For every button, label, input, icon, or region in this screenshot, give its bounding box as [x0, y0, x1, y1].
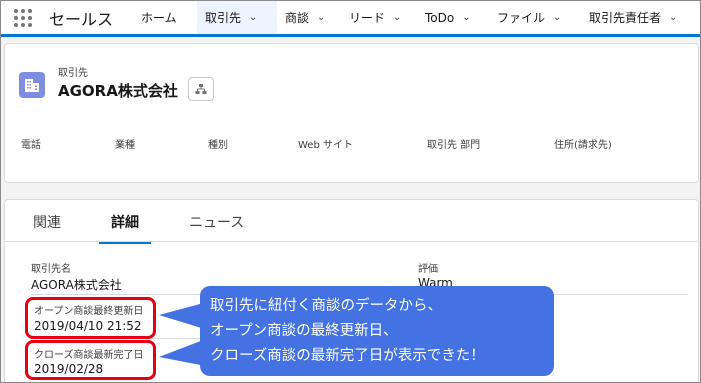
callout-line: クローズ商談の最新完了日が表示できた！	[210, 348, 485, 364]
annotation-callout: 取引先に紐付く商談のデータから、 オープン商談の最終更新日、 クローズ商談の最新…	[200, 286, 554, 376]
callout-line: 取引先に紐付く商談のデータから、	[210, 298, 442, 314]
callout-text: 取引先に紐付く商談のデータから、 オープン商談の最終更新日、 クローズ商談の最新…	[210, 294, 485, 369]
callout-line: オープン商談の最終更新日、	[210, 323, 398, 339]
screenshot-frame: セールス ホーム 取引先 ⌄ 商談 ⌄ リード ⌄ ToDo ⌄ ファイル ⌄ …	[0, 0, 701, 383]
